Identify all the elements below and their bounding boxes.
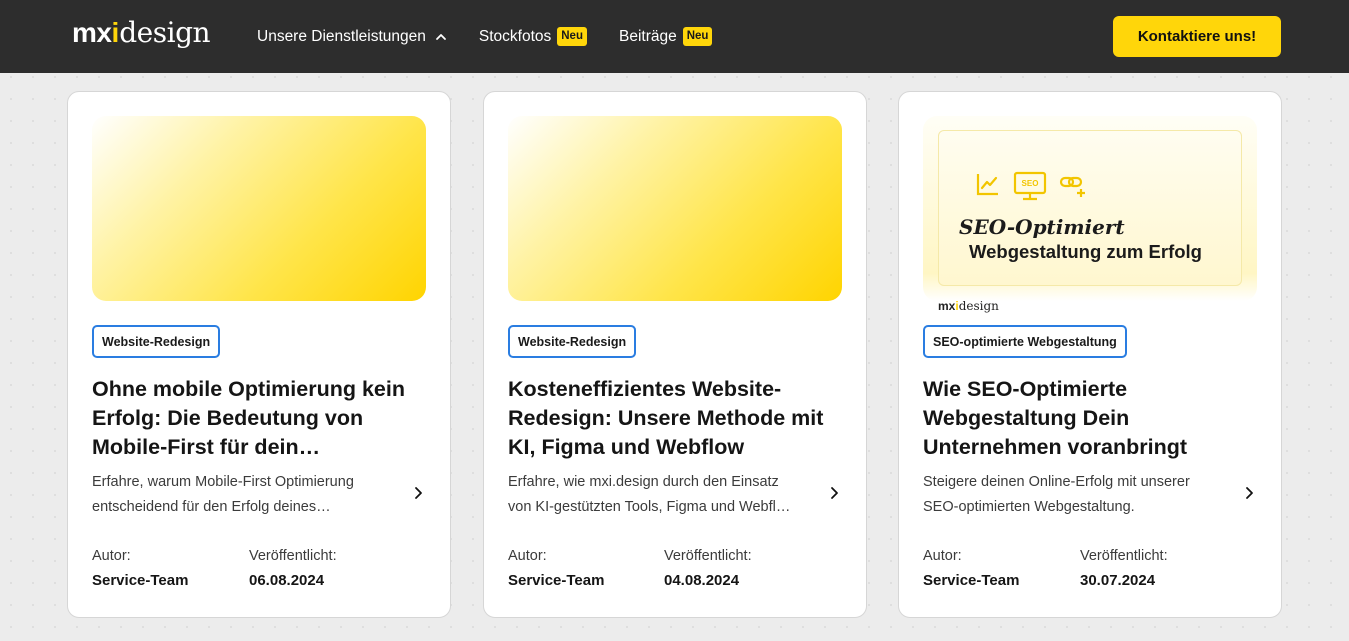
published-label: Veröffentlicht: <box>664 548 752 564</box>
logo-design: design <box>119 16 211 49</box>
card-thumbnail[interactable] <box>508 116 842 301</box>
trend-chart-icon <box>976 174 998 196</box>
blog-card[interactable]: SEO SEO-Optimiert Webgestaltung zum Erfo… <box>898 91 1282 618</box>
logo-mx: mx <box>72 17 112 48</box>
published-label: Veröffentlicht: <box>249 548 337 564</box>
link-add-icon <box>1059 176 1085 197</box>
logo-dot: i <box>111 17 120 48</box>
chevron-right-icon[interactable] <box>411 485 427 501</box>
category-tag[interactable]: SEO-optimierte Webgestaltung <box>923 325 1127 358</box>
nav-item-services[interactable]: Unsere Dienstleistungen <box>257 28 447 46</box>
chevron-right-icon[interactable] <box>827 485 843 501</box>
published-date: 04.08.2024 <box>664 572 740 589</box>
top-navigation-bar: mx i design Unsere Dienstleistungen Stockf… <box>0 0 1349 73</box>
mxi-design-logo[interactable]: mx i design <box>72 16 211 56</box>
author-label: Autor: <box>92 548 131 564</box>
new-badge: Neu <box>682 27 713 46</box>
blog-card[interactable]: Website-Redesign Kosteneffizientes Websi… <box>483 91 867 618</box>
nav-item-stockfotos[interactable]: Stockfotos Neu <box>479 27 587 46</box>
category-tag[interactable]: Website-Redesign <box>92 325 221 358</box>
card-title[interactable]: Kosteneffizientes Website-Redesign: Unse… <box>508 375 848 462</box>
category-tag[interactable]: Website-Redesign <box>508 325 637 358</box>
seo-banner-title-line1: SEO-Optimiert <box>959 215 1125 239</box>
seo-banner: SEO SEO-Optimiert Webgestaltung zum Erfo… <box>938 130 1242 286</box>
card-excerpt: Erfahre, wie mxi.design durch den Einsat… <box>508 474 795 515</box>
card-excerpt: Erfahre, warum Mobile-First Optimierung … <box>92 474 354 515</box>
new-badge: Neu <box>557 27 587 46</box>
author-name: Service-Team <box>92 572 189 589</box>
nav-item-label: Stockfotos <box>478 27 552 45</box>
published-date: 30.07.2024 <box>1080 572 1156 589</box>
author-label: Autor: <box>923 548 962 564</box>
published-date: 06.08.2024 <box>249 572 325 589</box>
author-name: Service-Team <box>923 572 1020 589</box>
card-title[interactable]: Wie SEO-Optimierte Webgestaltung Dein Un… <box>923 375 1263 462</box>
nav-item-label: Beiträge <box>618 27 677 45</box>
card-title[interactable]: Ohne mobile Optimierung kein Erfolg: Die… <box>92 375 432 462</box>
card-excerpt: Steigere deinen Online-Erfolg mit unsere… <box>923 474 1190 515</box>
main-nav: Unsere Dienstleistungen Stockfotos Neu B… <box>257 0 744 73</box>
nav-item-beitraege[interactable]: Beiträge Neu <box>618 27 713 46</box>
author-label: Autor: <box>508 548 547 564</box>
seo-icon-label: SEO <box>1022 179 1039 188</box>
nav-item-label: Unsere Dienstleistungen <box>257 27 426 45</box>
card-thumbnail[interactable]: SEO SEO-Optimiert Webgestaltung zum Erfo… <box>923 116 1257 313</box>
seo-banner-title-line2: Webgestaltung zum Erfolg <box>969 241 1202 262</box>
chevron-up-icon <box>435 33 446 40</box>
seo-icon-row: SEO <box>975 171 1087 201</box>
published-label: Veröffentlicht: <box>1080 548 1168 564</box>
author-name: Service-Team <box>508 572 605 589</box>
chevron-right-icon[interactable] <box>1242 485 1258 501</box>
seo-monitor-icon: SEO <box>1013 171 1047 201</box>
card-thumbnail[interactable] <box>92 116 426 301</box>
blog-card[interactable]: Website-Redesign Ohne mobile Optimierung… <box>67 91 451 618</box>
contact-button[interactable]: Kontaktiere uns! <box>1113 16 1281 57</box>
seo-banner-logo: mx i design <box>938 299 999 313</box>
